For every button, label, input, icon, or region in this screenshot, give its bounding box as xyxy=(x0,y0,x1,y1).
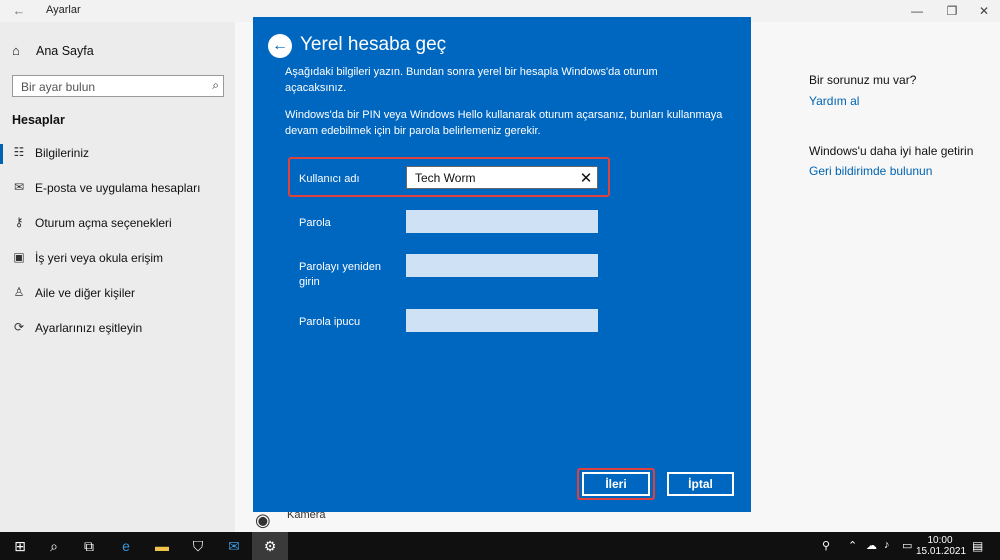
user-card-icon: ☷ xyxy=(13,145,25,159)
password-hint-field[interactable] xyxy=(406,309,598,332)
clock-date: 15.01.2021 xyxy=(916,546,967,557)
switch-local-account-dialog: ← Yerel hesaba geç Aşağıdaki bilgileri y… xyxy=(253,17,751,512)
sidebar-item-label: Ayarlarınızı eşitleyin xyxy=(35,321,143,335)
password-label: Parola xyxy=(299,217,331,229)
home-link[interactable]: ⌂ Ana Sayfa xyxy=(12,43,94,58)
search-icon: ⌕ xyxy=(212,78,219,92)
volume-muted-icon[interactable]: ♪ xyxy=(884,539,890,551)
briefcase-icon: ▣ xyxy=(13,250,25,264)
dialog-back-arrow-icon[interactable]: ← xyxy=(268,34,292,58)
sidebar-item-sync[interactable]: ⟳ Ayarlarınızı eşitleyin xyxy=(0,319,235,339)
password-confirm-field[interactable] xyxy=(406,254,598,277)
file-explorer-icon[interactable]: ▬ xyxy=(153,537,171,555)
sidebar-item-signin-options[interactable]: ⚷ Oturum açma seçenekleri xyxy=(0,214,235,234)
cancel-button[interactable]: İptal xyxy=(667,472,734,496)
mail-app-icon[interactable]: ✉ xyxy=(225,537,243,555)
home-icon: ⌂ xyxy=(12,43,20,58)
next-button[interactable]: İleri xyxy=(582,472,650,496)
improve-heading: Windows'u daha iyi hale getirin xyxy=(809,144,974,158)
sync-icon: ⟳ xyxy=(13,320,25,334)
clock-time: 10:00 xyxy=(927,535,953,546)
back-arrow-icon[interactable]: ← xyxy=(10,3,28,18)
help-link[interactable]: Yardım al xyxy=(809,94,859,108)
store-icon[interactable]: ⛉ xyxy=(189,537,207,555)
username-highlight xyxy=(288,157,610,197)
sidebar-item-work-access[interactable]: ▣ İş yeri veya okula erişim xyxy=(0,249,235,269)
network-icon[interactable]: ▭ xyxy=(902,539,912,552)
sidebar-item-label: E-posta ve uygulama hesapları xyxy=(35,181,201,195)
chevron-up-icon[interactable]: ⌃ xyxy=(848,539,857,552)
taskbar: ⊞ ⌕ ⧉ e ▬ ⛉ ✉ ⚙ ⚲ ⌃ ☁ ♪ ▭ 10:00 15.01.20… xyxy=(0,532,1000,560)
task-view-icon[interactable]: ⧉ xyxy=(80,537,98,555)
password-field[interactable] xyxy=(406,210,598,233)
sidebar-item-label: Oturum açma seçenekleri xyxy=(35,216,172,230)
dialog-instructions: Aşağıdaki bilgileri yazın. Bundan sonra … xyxy=(285,66,658,94)
active-indicator xyxy=(0,144,3,164)
sidebar-item-label: İş yeri veya okula erişim xyxy=(35,251,164,265)
sidebar: ⌂ Ana Sayfa Bir ayar bulun ⌕ Hesaplar ☷ B… xyxy=(0,22,235,532)
person-icon: ♙ xyxy=(13,285,25,299)
people-icon[interactable]: ⚲ xyxy=(822,539,830,552)
search-icon[interactable]: ⌕ xyxy=(45,537,63,555)
sidebar-item-bilgileriniz[interactable]: ☷ Bilgileriniz xyxy=(0,144,235,164)
search-input[interactable]: Bir ayar bulun ⌕ xyxy=(12,75,224,97)
edge-browser-icon[interactable]: e xyxy=(117,537,135,555)
key-icon: ⚷ xyxy=(14,215,24,229)
cloud-icon[interactable]: ☁ xyxy=(866,539,877,552)
password-confirm-label: Parolayı yeniden girin xyxy=(299,261,381,288)
search-placeholder: Bir ayar bulun xyxy=(21,80,96,94)
dialog-pin-note: Windows'da bir PIN veya Windows Hello ku… xyxy=(285,109,723,137)
close-button[interactable]: ✕ xyxy=(970,2,998,20)
windows-start-icon[interactable]: ⊞ xyxy=(11,537,29,555)
question-heading: Bir sorunuz mu var? xyxy=(809,73,917,87)
window-title: Ayarlar xyxy=(46,4,81,16)
mail-icon: ✉ xyxy=(13,180,25,194)
taskbar-clock[interactable]: 10:00 15.01.2021 xyxy=(916,535,967,557)
sidebar-item-label: Aile ve diğer kişiler xyxy=(35,286,136,300)
maximize-button[interactable]: ❐ xyxy=(938,2,966,20)
minimize-button[interactable]: — xyxy=(903,2,931,20)
feedback-link[interactable]: Geri bildirimde bulunun xyxy=(809,164,932,178)
camera-icon: ◉ xyxy=(255,510,271,530)
sidebar-item-family[interactable]: ♙ Aile ve diğer kişiler xyxy=(0,284,235,304)
password-hint-label: Parola ipucu xyxy=(299,316,361,328)
sidebar-item-email[interactable]: ✉ E-posta ve uygulama hesapları xyxy=(0,179,235,199)
section-title: Hesaplar xyxy=(12,113,65,127)
dialog-title: Yerel hesaba geç xyxy=(300,34,447,55)
notification-icon[interactable]: ▤ xyxy=(972,539,983,553)
home-label: Ana Sayfa xyxy=(36,44,94,58)
settings-gear-icon[interactable]: ⚙ xyxy=(261,537,279,555)
sidebar-item-label: Bilgileriniz xyxy=(35,146,90,160)
